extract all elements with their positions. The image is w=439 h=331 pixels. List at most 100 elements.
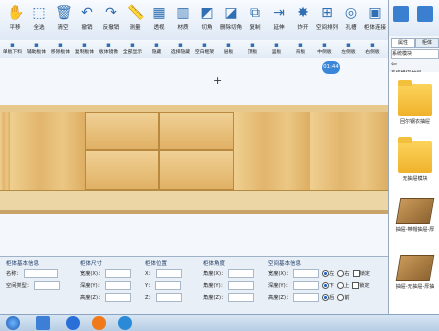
subtoolbar-button-right-side-panel[interactable]: ▪ 右侧板 bbox=[361, 41, 384, 57]
mid-side-panel-icon: ▪ bbox=[322, 41, 327, 49]
subtoolbar-button-vertical-panel[interactable]: ▪ 竖板 bbox=[265, 41, 288, 57]
tab-properties[interactable]: 属性 bbox=[391, 38, 415, 48]
cabinet-drawer[interactable] bbox=[159, 112, 234, 150]
space-depth-field[interactable] bbox=[292, 281, 319, 290]
toolbar-button-undo[interactable]: ↶ 撤销 bbox=[74, 2, 100, 38]
subtoolbar-button-select-hide[interactable]: ▪ 选择隐藏 bbox=[169, 41, 192, 57]
property-panel: 柜体基本信息 名称： 空间类型： 柜体尺寸 宽度(X)： 深度(Y)： 高度(Z… bbox=[0, 256, 388, 315]
space-info-title: 空间基本信息 bbox=[268, 261, 302, 267]
subtoolbar-button-remove-panel[interactable]: ▪ 移除板体 bbox=[49, 41, 72, 57]
toolbar-button-cabinet-connect[interactable]: ▣ 柜体连接 bbox=[362, 2, 388, 38]
browser-icon[interactable] bbox=[118, 316, 132, 330]
cabinet-panel[interactable] bbox=[310, 112, 388, 190]
fps-badge: 01:44 bbox=[322, 61, 340, 74]
undo-icon: ↶ bbox=[81, 5, 93, 21]
height-field[interactable] bbox=[105, 293, 132, 302]
subtoolbar-button-label: 右侧板 bbox=[365, 50, 380, 55]
toolbar-button-material[interactable]: ▥ 材质 bbox=[170, 2, 196, 38]
name-field[interactable] bbox=[23, 269, 58, 278]
subtoolbar-button-label: 空白框架 bbox=[194, 50, 215, 55]
cabinet-panel[interactable] bbox=[10, 112, 86, 190]
back-arrow-icon[interactable]: ⇦ bbox=[391, 60, 397, 68]
toolbar-button-chamfer[interactable]: ◩ 切角 bbox=[194, 2, 220, 38]
subtoolbar-button-show-all[interactable]: ▪ 全部显示 bbox=[121, 41, 144, 57]
cabinet-drawer[interactable] bbox=[159, 150, 234, 190]
toolbar-button-measure[interactable]: 📏 测量 bbox=[122, 2, 148, 38]
toolbar-button-redo[interactable]: ↷ 反撤销 bbox=[98, 2, 124, 38]
pos-z-field[interactable] bbox=[155, 293, 182, 302]
right-toolbar-icon[interactable] bbox=[417, 6, 433, 22]
toolbar-button-label: 测量 bbox=[129, 25, 141, 31]
toolbar-button-select-all[interactable]: ⬚ 全选 bbox=[26, 2, 52, 38]
radio-front[interactable] bbox=[337, 294, 345, 301]
subtoolbar-button-blank-frame[interactable]: ▪ 空白框架 bbox=[193, 41, 216, 57]
start-button-icon[interactable] bbox=[6, 316, 20, 330]
cabinet-panel[interactable] bbox=[234, 112, 311, 190]
subtoolbar-button-shelf[interactable]: ▪ 层板 bbox=[217, 41, 240, 57]
toolbar-button-hole-slot[interactable]: ◎ 孔槽 bbox=[338, 2, 364, 38]
radio-left[interactable] bbox=[322, 270, 330, 277]
module-list[interactable]: 回尔钢衣抽屉 无抽屉模块抽屉-带帽抽屉-厚 抽屉-无抽屉-厚抽 bbox=[389, 72, 439, 314]
subtoolbar-button-left-side-panel[interactable]: ▪ 左侧板 bbox=[337, 41, 360, 57]
angle-z-field[interactable] bbox=[228, 293, 255, 302]
subtoolbar-button-aux-panel[interactable]: ▪ 辅助板体 bbox=[25, 41, 48, 57]
pos-z-label: Z： bbox=[145, 295, 154, 301]
subtoolbar-button-copy-panel[interactable]: ▪ 复制板体 bbox=[73, 41, 96, 57]
subtoolbar-button-top-panel[interactable]: ▪ 顶板 bbox=[241, 41, 264, 57]
toolbar-button-label: 全选 bbox=[33, 25, 45, 31]
select-all-icon: ⬚ bbox=[32, 5, 46, 21]
height-label: 高度(Z)： bbox=[80, 295, 104, 301]
toolbar-button-copy[interactable]: ⧉ 复制 bbox=[242, 2, 268, 38]
module-item[interactable]: 抽屉-无抽屉-厚抽 bbox=[391, 255, 439, 290]
depth-field[interactable] bbox=[104, 281, 131, 290]
module-item[interactable]: 无抽屉模块 bbox=[391, 137, 439, 182]
toolbar-button-trash[interactable]: 🗑 清空 bbox=[50, 2, 76, 38]
space-height-field[interactable] bbox=[293, 293, 320, 302]
subtoolbar-button-hide[interactable]: ▪ 隐藏 bbox=[145, 41, 168, 57]
left-side-panel-icon: ▪ bbox=[346, 41, 351, 49]
copy-icon: ⧉ bbox=[250, 5, 260, 21]
redo-icon: ↷ bbox=[105, 5, 117, 21]
subtoolbar-button-label: 复制板体 bbox=[74, 50, 95, 55]
app-k-icon[interactable] bbox=[66, 316, 80, 330]
angle-y-field[interactable] bbox=[227, 281, 254, 290]
pos-y-field[interactable] bbox=[155, 281, 182, 290]
radio-up-label: 上 bbox=[343, 283, 350, 289]
trash-icon: 🗑 bbox=[55, 5, 73, 21]
lock-depth-checkbox[interactable] bbox=[352, 282, 360, 289]
toolbar-button-explode[interactable]: ✸ 炸开 bbox=[290, 2, 316, 38]
toolbar-button-hand[interactable]: ✋ 平移 bbox=[2, 2, 28, 38]
right-side-panel-icon: ▪ bbox=[370, 41, 375, 49]
cabinet-model[interactable] bbox=[0, 112, 388, 190]
subtoolbar-button-panel-cut[interactable]: ▪ 单板下料 bbox=[1, 41, 24, 57]
angle-x-label: 角度(X)： bbox=[203, 271, 227, 277]
radio-back[interactable] bbox=[322, 294, 330, 301]
radio-right[interactable] bbox=[337, 270, 345, 277]
app-icon[interactable] bbox=[36, 316, 50, 330]
subtoolbar-button-mid-side-panel[interactable]: ▪ 中侧板 bbox=[313, 41, 336, 57]
module-item[interactable]: 回尔钢衣抽屉 bbox=[391, 80, 439, 125]
cabinet-drawer[interactable] bbox=[85, 112, 159, 150]
module-item[interactable]: 抽屉-带帽抽屉-厚 bbox=[391, 198, 439, 233]
subtoolbar-button-back-panel[interactable]: ▪ 背板 bbox=[289, 41, 312, 57]
app-orange-icon[interactable] bbox=[92, 316, 106, 330]
subtoolbar-button-label: 板体镜像 bbox=[98, 50, 119, 55]
lock-width-checkbox[interactable] bbox=[352, 270, 360, 277]
angle-x-field[interactable] bbox=[228, 269, 255, 278]
drawer-thumbnail bbox=[395, 198, 435, 224]
module-search-input[interactable]: 系统模块 bbox=[391, 49, 439, 59]
width-field[interactable] bbox=[105, 269, 132, 278]
cabinet-drawer[interactable] bbox=[85, 150, 159, 190]
toolbar-button-space-arrange[interactable]: ⊞ 空间排列 bbox=[314, 2, 340, 38]
toolbar-button-perspective[interactable]: ▦ 透视 bbox=[146, 2, 172, 38]
pos-x-field[interactable] bbox=[155, 269, 182, 278]
space-type-field[interactable] bbox=[33, 281, 60, 290]
tab-cabinet[interactable]: 柜体 bbox=[415, 38, 439, 48]
right-toolbar-icon[interactable] bbox=[393, 6, 409, 22]
toolbar-button-delete-chamfer[interactable]: ◪ 删除切角 bbox=[218, 2, 244, 38]
radio-up[interactable] bbox=[336, 282, 344, 289]
space-width-field[interactable] bbox=[293, 269, 320, 278]
subtoolbar-button-mirror-panel[interactable]: ▪ 板体镜像 bbox=[97, 41, 120, 57]
radio-down[interactable] bbox=[321, 282, 329, 289]
toolbar-button-extend[interactable]: ⇥ 延伸 bbox=[266, 2, 292, 38]
